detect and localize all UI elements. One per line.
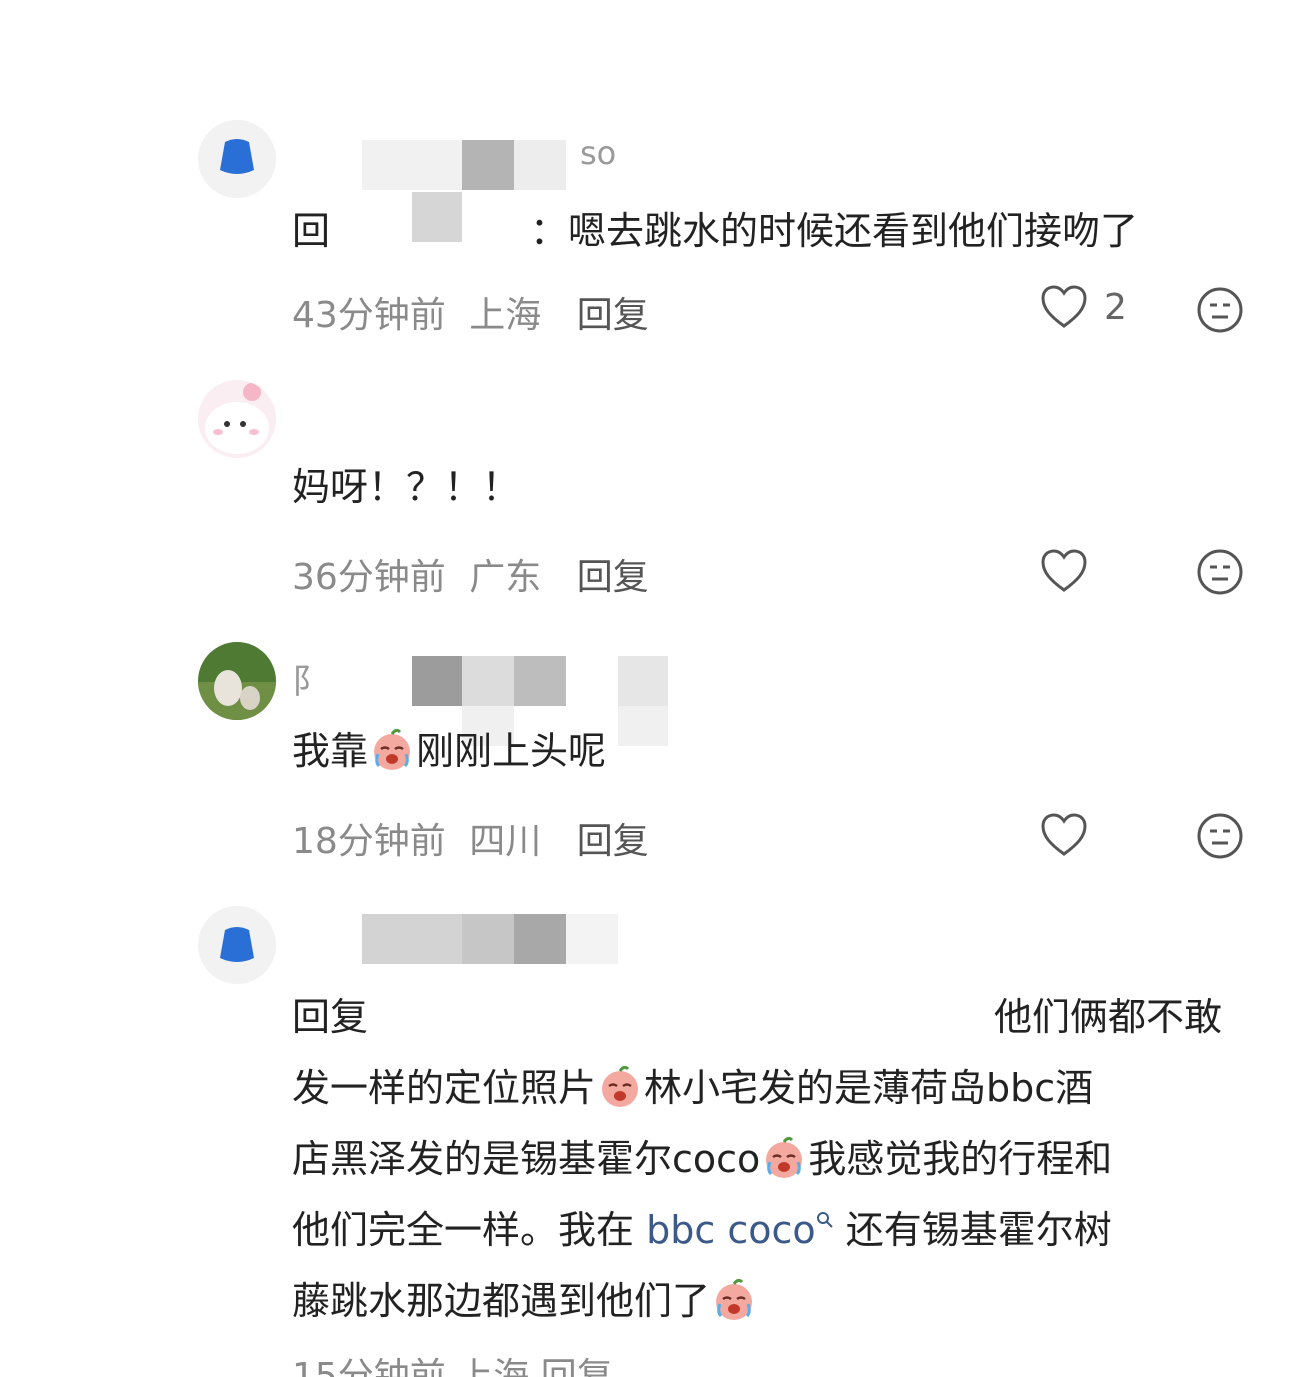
comment-meta: 43分钟前 上海 回复	[292, 286, 649, 338]
location-link-label: bbc coco	[646, 1208, 816, 1252]
username-blur	[412, 656, 462, 706]
comment-text-part: 他们完全一样。我在	[292, 1208, 635, 1252]
timestamp: 43分钟前	[292, 295, 446, 336]
reply-button[interactable]: 回复	[577, 557, 649, 598]
neutral-face-icon[interactable]	[1196, 812, 1244, 860]
comment-meta-partial: 15分钟前 上海 回复	[292, 1356, 613, 1377]
comment-text-part: 回复	[292, 995, 369, 1039]
comment-line: 他们完全一样。我在 bbc coco 还有锡基霍尔树	[292, 1195, 1252, 1266]
username-blur	[362, 914, 462, 964]
username-blur	[618, 656, 668, 706]
username-blur	[462, 914, 514, 964]
avatar[interactable]	[198, 642, 276, 720]
avatar[interactable]	[198, 120, 276, 198]
blue-bucket-avatar-icon	[198, 120, 276, 198]
blue-bucket-avatar-icon	[198, 906, 276, 984]
timestamp: 36分钟前	[292, 557, 446, 598]
reply-prefix: 回	[292, 209, 331, 253]
location: 四川	[469, 821, 542, 862]
heart-outline-icon	[1041, 285, 1087, 328]
reply-button[interactable]: 回复	[577, 821, 649, 862]
comment-meta: 36分钟前 广东 回复	[292, 548, 649, 600]
comment-text-part: 藤跳水那边都遇到他们了	[292, 1279, 711, 1323]
pink-cartoon-avatar-icon	[198, 380, 276, 458]
comment-text-part: 还有锡基霍尔树	[845, 1208, 1112, 1252]
location-link[interactable]: bbc coco	[646, 1208, 834, 1252]
comment-line: 藤跳水那边都遇到他们了	[292, 1266, 1252, 1337]
username-blur	[514, 914, 566, 964]
username-blur	[462, 140, 514, 190]
avatar[interactable]	[198, 380, 276, 458]
comment-text-part: 我感觉我的行程和	[808, 1137, 1113, 1181]
search-icon	[816, 1212, 833, 1228]
username-blur	[462, 656, 514, 706]
like-button[interactable]	[1040, 548, 1088, 594]
comment-text-part: 他们俩都不敢	[993, 995, 1222, 1039]
crying-peach-emoji-icon	[716, 1278, 753, 1320]
username-blur	[514, 140, 566, 190]
comment-text: 我靠 刚刚上头呢	[292, 716, 1252, 787]
comment-text-part: 我靠	[292, 729, 369, 773]
comment-text: 妈呀！？！！	[292, 465, 521, 509]
crying-peach-emoji-icon	[766, 1136, 803, 1178]
comment-text-part: 发一样的定位照片	[292, 1066, 597, 1110]
comment-text-part: 店黑泽发的是锡基霍尔coco	[292, 1137, 761, 1181]
comment-text-part: 林小宅发的是薄荷岛bbc酒	[644, 1066, 1094, 1110]
photo-avatar-icon	[198, 642, 276, 720]
crying-peach-emoji-icon	[602, 1065, 639, 1107]
heart-outline-icon	[1041, 549, 1087, 592]
location: 上海	[469, 295, 542, 336]
crying-peach-emoji-icon	[374, 728, 411, 770]
username[interactable]: so	[580, 134, 616, 172]
reply-button[interactable]: 回复	[577, 295, 649, 336]
neutral-face-icon[interactable]	[1196, 548, 1244, 596]
like-count: 2	[1104, 286, 1127, 328]
comment-line: 店黑泽发的是锡基霍尔coco 我感觉我的行程和	[292, 1124, 1252, 1195]
like-button[interactable]: 2	[1040, 284, 1127, 330]
username-blur	[566, 914, 618, 964]
reply-target-blur	[412, 192, 462, 242]
neutral-face-icon[interactable]	[1196, 286, 1244, 334]
avatar[interactable]	[198, 906, 276, 984]
comment-line: 发一样的定位照片 林小宅发的是薄荷岛bbc酒	[292, 1053, 1252, 1124]
comment-line: 回复 他们俩都不敢	[292, 982, 1222, 1053]
like-button[interactable]	[1040, 812, 1088, 858]
heart-outline-icon	[1041, 813, 1087, 856]
comment-text: 回复 他们俩都不敢 发一样的定位照片 林小宅发的是薄荷岛bbc酒 店黑泽发的是锡…	[292, 982, 1252, 1337]
location: 广东	[469, 557, 542, 598]
username-blur	[362, 140, 462, 190]
comment-meta: 18分钟前 四川 回复	[292, 812, 649, 864]
username-blur	[514, 656, 566, 706]
timestamp: 18分钟前	[292, 821, 446, 862]
comment-text-part: 刚刚上头呢	[416, 729, 607, 773]
comment-body: ：嗯去跳水的时候还看到他们接吻了	[530, 209, 1139, 253]
